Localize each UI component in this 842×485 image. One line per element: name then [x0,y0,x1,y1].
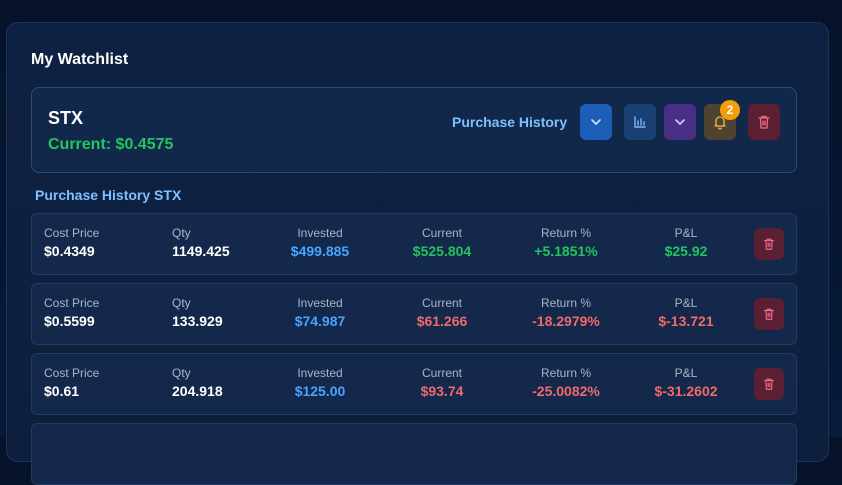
invested-value: $499.885 [290,243,350,259]
pl-label: P&L [674,366,698,380]
cost-price-value: $0.5599 [44,313,95,329]
chevron-down-icon [591,119,601,125]
trash-icon [764,308,774,320]
dropdown-button[interactable] [664,104,696,140]
table-row [31,423,797,485]
current-label: Current [421,226,462,240]
cost-price-label: Cost Price [44,226,100,240]
qty-label: Qty [172,366,191,380]
current-price: Current: $0.4575 [48,136,174,153]
alert-count-badge: 2 [720,100,740,120]
return-value: -25.0082% [532,383,600,399]
return-label: Return % [540,226,592,240]
stock-symbol: STX [48,108,84,128]
table-row: Cost Price $0.61 Qty 204.918 Invested $125.… [31,353,797,415]
return-label: Return % [540,296,592,310]
pl-label: P&L [674,226,698,240]
panel-title: My Watchlist [31,51,129,68]
current-value: $525.804 [412,243,472,259]
return-value: -18.2979% [532,313,600,329]
current-value: $61.266 [416,313,468,329]
cost-price-label: Cost Price [44,366,100,380]
trash-icon [764,238,774,250]
qty-value: 204.918 [172,383,223,399]
pl-label: P&L [674,296,698,310]
qty-value: 1149.425 [172,243,230,259]
return-label: Return % [540,366,592,380]
invested-label: Invested [297,296,343,310]
invested-value: $74.987 [294,313,346,329]
trash-icon [764,378,774,390]
delete-row-button[interactable] [754,368,784,400]
qty-label: Qty [172,296,191,310]
pl-value: $25.92 [664,243,708,259]
cost-price-value: $0.4349 [44,243,95,259]
return-value: +5.1851% [534,243,598,259]
purchase-history-link[interactable]: Purchase History [452,114,567,130]
pl-value: $-31.2602 [654,383,718,399]
trash-icon [758,115,770,129]
cost-price-value: $0.61 [44,383,80,399]
delete-row-button[interactable] [754,298,784,330]
chart-button[interactable] [624,104,656,140]
delete-row-button[interactable] [754,228,784,260]
table-row: Cost Price $0.5599 Qty 133.929 Invested $74… [31,283,797,345]
bar-chart-icon [634,116,646,128]
cost-price-label: Cost Price [44,296,100,310]
qty-value: 133.929 [172,313,223,329]
watchlist-panel: My Watchlist STX Current: $0.4575 Purcha… [6,22,829,485]
chevron-down-icon [675,119,685,125]
invested-label: Invested [297,366,343,380]
current-label: Current [421,296,462,310]
invested-label: Invested [297,226,343,240]
delete-stock-button[interactable] [748,104,780,140]
stock-card: STX Current: $0.4575 Purchase History 2 [31,87,797,173]
table-row: Cost Price $0.4349 Qty 1149.425 Invested $4… [31,213,797,275]
current-value: $93.74 [420,383,464,399]
qty-label: Qty [172,226,191,240]
expand-button[interactable] [580,104,612,140]
invested-value: $125.00 [294,383,346,399]
purchase-history-title: Purchase History STX [35,187,182,203]
current-label: Current [421,366,462,380]
pl-value: $-13.721 [658,313,714,329]
